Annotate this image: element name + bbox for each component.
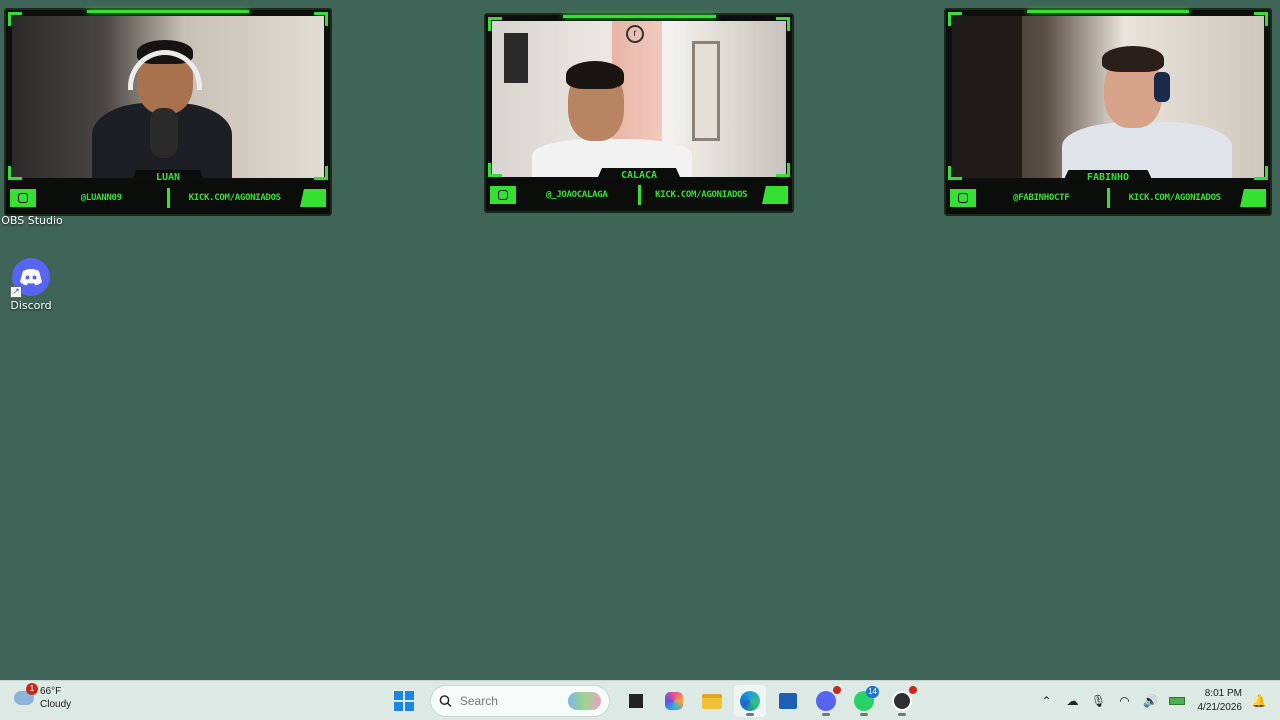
edge-button[interactable] (734, 685, 766, 717)
discord-icon (816, 691, 836, 711)
frame-glow (1027, 10, 1189, 13)
weather-widget[interactable]: 1 66°F Cloudy (14, 683, 72, 711)
instagram-icon (10, 189, 36, 207)
running-indicator (822, 713, 830, 716)
frame-glow (562, 15, 716, 18)
obs-button[interactable] (886, 685, 918, 717)
obs-badge (909, 686, 917, 694)
webcam-video-fabinho (952, 16, 1264, 178)
weather-temp: 66°F (40, 686, 62, 697)
weather-badge: 1 (26, 683, 38, 695)
frame-corner (1254, 12, 1268, 26)
social-handle: @FABINHOCTF (1013, 193, 1070, 203)
onedrive-icon[interactable]: ☁ (1064, 692, 1082, 710)
clock[interactable]: 8:01 PM 4/21/2026 (1198, 687, 1243, 715)
whatsapp-button[interactable]: 14 (848, 685, 880, 717)
frame-corner (948, 166, 962, 180)
camera-frame-calaca: r CALAÇA @_JOAOCALAGA KICK.COM/AGONIADOS (484, 13, 794, 213)
start-button[interactable] (388, 685, 420, 717)
microphone-icon[interactable]: 🎙 (1090, 692, 1108, 710)
clock-time: 8:01 PM (1204, 688, 1242, 699)
frame-corner (488, 163, 502, 177)
person-luan (92, 28, 232, 178)
folder-icon (702, 693, 722, 709)
task-view-icon (629, 694, 643, 708)
discord-taskbar-button[interactable] (810, 685, 842, 717)
copilot-button[interactable] (658, 685, 690, 717)
search-icon (439, 695, 452, 708)
file-explorer-button[interactable] (696, 685, 728, 717)
footer-accent (300, 189, 326, 207)
social-handle: @LUANN09 (80, 193, 122, 203)
frame-corner (1254, 166, 1268, 180)
camera-footer: @_JOAOCALAGA KICK.COM/AGONIADOS (486, 179, 792, 211)
camera-frame-luan: LUAN @LUANN09 KICK.COM/AGONIADOS (4, 8, 332, 216)
wifi-icon[interactable]: ◠ (1116, 692, 1134, 710)
frame-corner (314, 12, 328, 26)
taskbar-apps: 14 (388, 685, 918, 717)
discord-icon: ↗ (10, 258, 50, 298)
instagram-icon (950, 189, 976, 207)
copilot-icon (665, 692, 683, 710)
task-view-button[interactable] (620, 685, 652, 717)
instagram-icon (490, 186, 516, 204)
frame-glow (87, 10, 249, 13)
frame-corner (314, 166, 328, 180)
running-indicator (898, 713, 906, 716)
volume-icon[interactable]: 🔊 (1142, 692, 1160, 710)
footer-accent (762, 186, 788, 204)
whatsapp-badge: 14 (866, 686, 879, 698)
windows-icon (394, 691, 414, 711)
search-input[interactable] (459, 694, 560, 708)
weather-condition: Cloudy (40, 699, 72, 710)
discord-label: Discord (10, 299, 52, 312)
social-handle: @_JOAOCALAGA (546, 190, 608, 200)
frame-corner (948, 12, 962, 26)
store-button[interactable] (772, 685, 804, 717)
webcam-video-luan (12, 16, 324, 178)
edge-icon (740, 691, 760, 711)
running-indicator (860, 713, 868, 716)
frame-corner (8, 166, 22, 180)
frame-corner (8, 12, 22, 26)
footer-accent (1240, 189, 1266, 207)
overlay-logo-icon: r (626, 25, 644, 43)
taskbar-search[interactable] (430, 685, 610, 717)
desktop-icon-discord[interactable]: ↗ Discord (0, 258, 63, 312)
search-highlight-icon (567, 692, 601, 710)
kick-url: KICK.COM/AGONIADOS (1128, 193, 1221, 203)
frame-corner (776, 163, 790, 177)
discord-badge (833, 686, 841, 694)
battery-icon[interactable] (1168, 692, 1186, 710)
kick-url: KICK.COM/AGONIADOS (188, 193, 281, 203)
webcam-video-calaca: r (492, 21, 786, 177)
taskbar: 1 66°F Cloudy Search 14 ⌃ ☁ 🎙 ◠ 🔊 8:01 P… (0, 680, 1280, 720)
system-tray: ⌃ ☁ 🎙 ◠ 🔊 8:01 PM 4/21/2026 🔔 (1038, 685, 1269, 717)
obs-icon (892, 691, 912, 711)
camera-footer: @FABINHOCTF KICK.COM/AGONIADOS (946, 182, 1270, 214)
camera-footer: @LUANN09 KICK.COM/AGONIADOS (6, 182, 330, 214)
camera-frame-fabinho: FABINHO @FABINHOCTF KICK.COM/AGONIADOS (944, 8, 1272, 216)
frame-corner (776, 17, 790, 31)
kick-url: KICK.COM/AGONIADOS (655, 190, 748, 200)
running-indicator (746, 713, 754, 716)
cloud-icon: 1 (14, 683, 38, 705)
frame-corner (488, 17, 502, 31)
person-fabinho (1062, 38, 1232, 178)
chevron-up-icon[interactable]: ⌃ (1038, 692, 1056, 710)
notification-bell-icon[interactable]: 🔔 (1250, 692, 1268, 710)
clock-date: 4/21/2026 (1197, 702, 1243, 713)
shortcut-arrow-icon: ↗ (10, 286, 22, 298)
store-icon (779, 693, 797, 709)
person-calaca (532, 57, 692, 177)
